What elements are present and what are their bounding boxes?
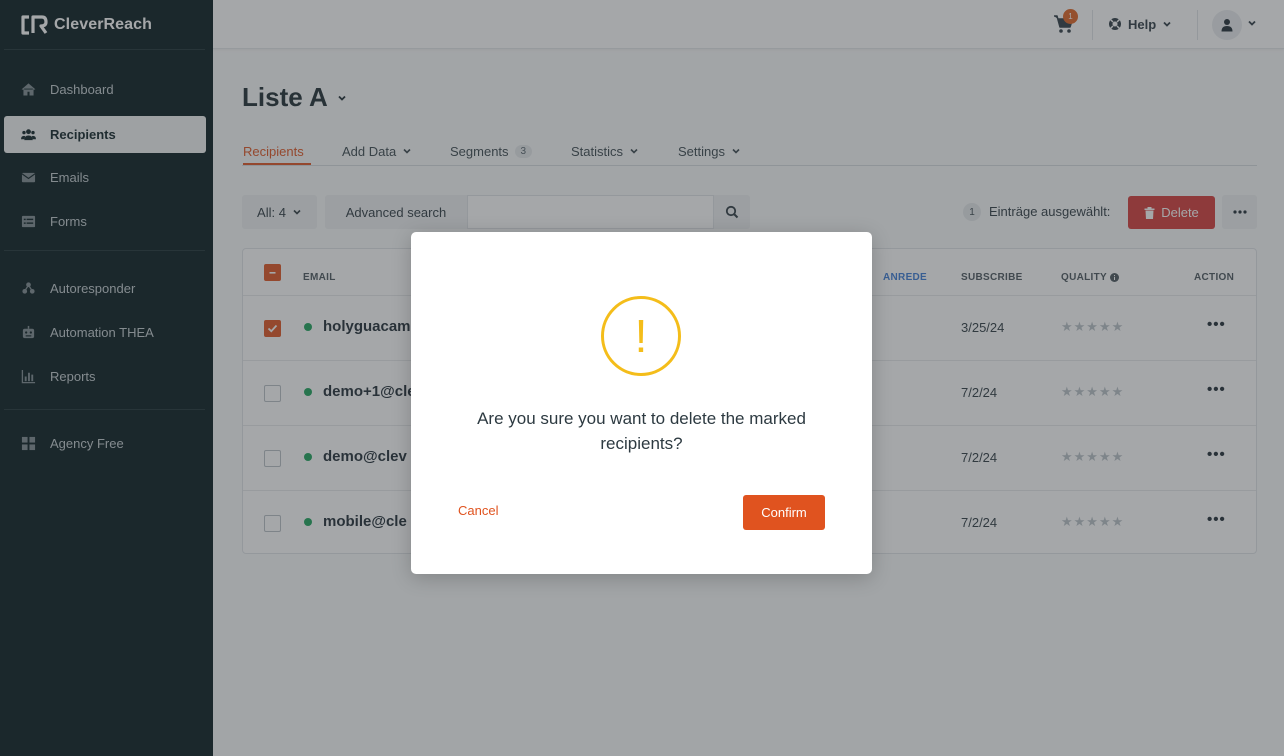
cancel-button[interactable]: Cancel	[458, 503, 498, 518]
confirm-delete-dialog: ! Are you sure you want to delete the ma…	[411, 232, 872, 574]
warning-icon: !	[601, 296, 681, 376]
dialog-message: Are you sure you want to delete the mark…	[477, 409, 806, 453]
confirm-button[interactable]: Confirm	[743, 495, 825, 530]
